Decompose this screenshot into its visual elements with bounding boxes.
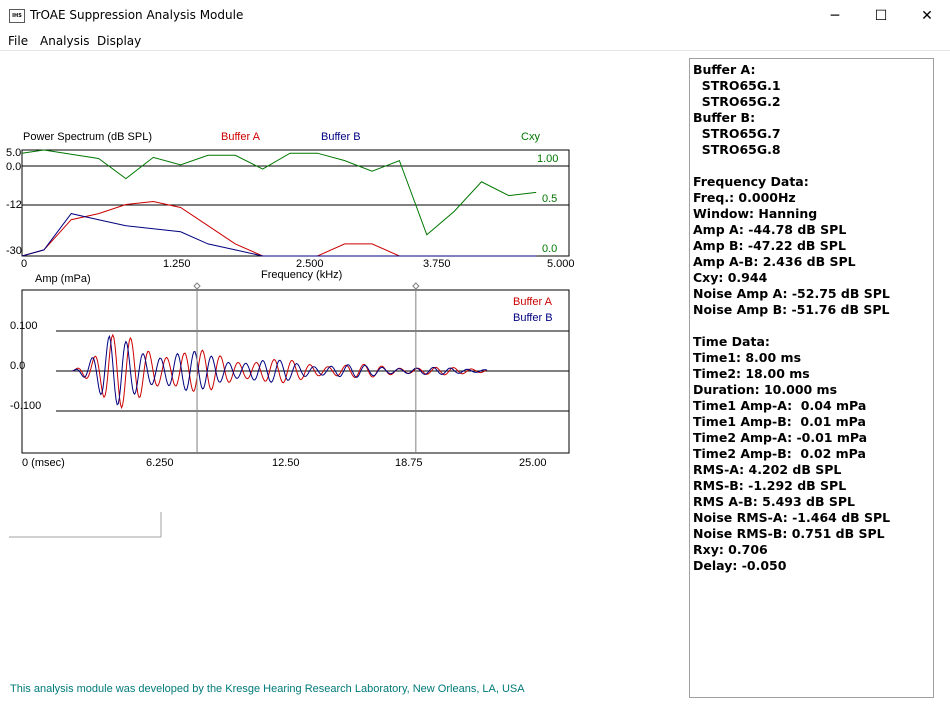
info-line: STRO65G.2	[693, 94, 781, 109]
info-line: Noise RMS-A: -1.464 dB SPL	[693, 510, 891, 525]
spectrum-line-b	[21, 213, 537, 257]
info-line: Time1 Amp-A: 0.04 mPa	[693, 398, 867, 413]
info-line: STRO65G.7	[693, 126, 781, 141]
info-line: Noise RMS-B: 0.751 dB SPL	[693, 526, 885, 541]
info-line: STRO65G.1	[693, 78, 781, 93]
time-cursor-handle-1[interactable]	[193, 282, 201, 290]
info-line: Time2: 18.00 ms	[693, 366, 810, 381]
info-line: Buffer B:	[693, 110, 756, 125]
info-line: RMS A-B: 5.493 dB SPL	[693, 494, 856, 509]
info-line: Rxy: 0.706	[693, 542, 768, 557]
waveform-series-b	[72, 334, 488, 406]
spectrum-line-cxy	[21, 149, 537, 236]
info-line: Time1: 8.00 ms	[693, 350, 802, 365]
spectrum-series-a	[21, 200, 537, 257]
info-line: RMS-A: 4.202 dB SPL	[693, 462, 842, 477]
close-button[interactable]: ✕	[904, 0, 950, 31]
spectrum-series-cxy	[21, 149, 537, 236]
time-cursor-handle-2[interactable]	[412, 282, 420, 290]
info-line: Time Data:	[693, 334, 770, 349]
results-panel: Buffer A: STRO65G.1 STRO65G.2 Buffer B: S…	[689, 58, 934, 698]
footer-credit: This analysis module was developed by th…	[10, 683, 525, 695]
info-line: RMS-B: -1.292 dB SPL	[693, 478, 847, 493]
info-line: Freq.: 0.000Hz	[693, 190, 796, 205]
charts-canvas	[9, 149, 570, 538]
info-line: Time2 Amp-A: -0.01 mPa	[693, 430, 868, 445]
maximize-button[interactable]: ☐	[858, 0, 904, 31]
info-line: Delay: -0.050	[693, 558, 787, 573]
info-line: Noise Amp A: -52.75 dB SPL	[693, 286, 890, 301]
info-line: Noise Amp B: -51.76 dB SPL	[693, 302, 890, 317]
info-line: Time1 Amp-B: 0.01 mPa	[693, 414, 866, 429]
spectrum-line-a	[21, 200, 537, 257]
info-line: STRO65G.8	[693, 142, 781, 157]
info-line: Cxy: 0.944	[693, 270, 768, 285]
info-line: Amp B: -47.22 dB SPL	[693, 238, 846, 253]
waveform-line-b	[72, 334, 488, 406]
info-line: Frequency Data:	[693, 174, 809, 189]
info-line: Time2 Amp-B: 0.02 mPa	[693, 446, 866, 461]
info-spacer	[693, 318, 933, 334]
info-spacer	[693, 158, 933, 174]
info-line: Amp A-B: 2.436 dB SPL	[693, 254, 856, 269]
spectrum-series-b	[21, 213, 537, 257]
info-line: Amp A: -44.78 dB SPL	[693, 222, 847, 237]
info-line: Duration: 10.000 ms	[693, 382, 838, 397]
info-line: Buffer A:	[693, 62, 756, 77]
minimize-button[interactable]: ─	[812, 0, 858, 31]
info-line: Window: Hanning	[693, 206, 818, 221]
